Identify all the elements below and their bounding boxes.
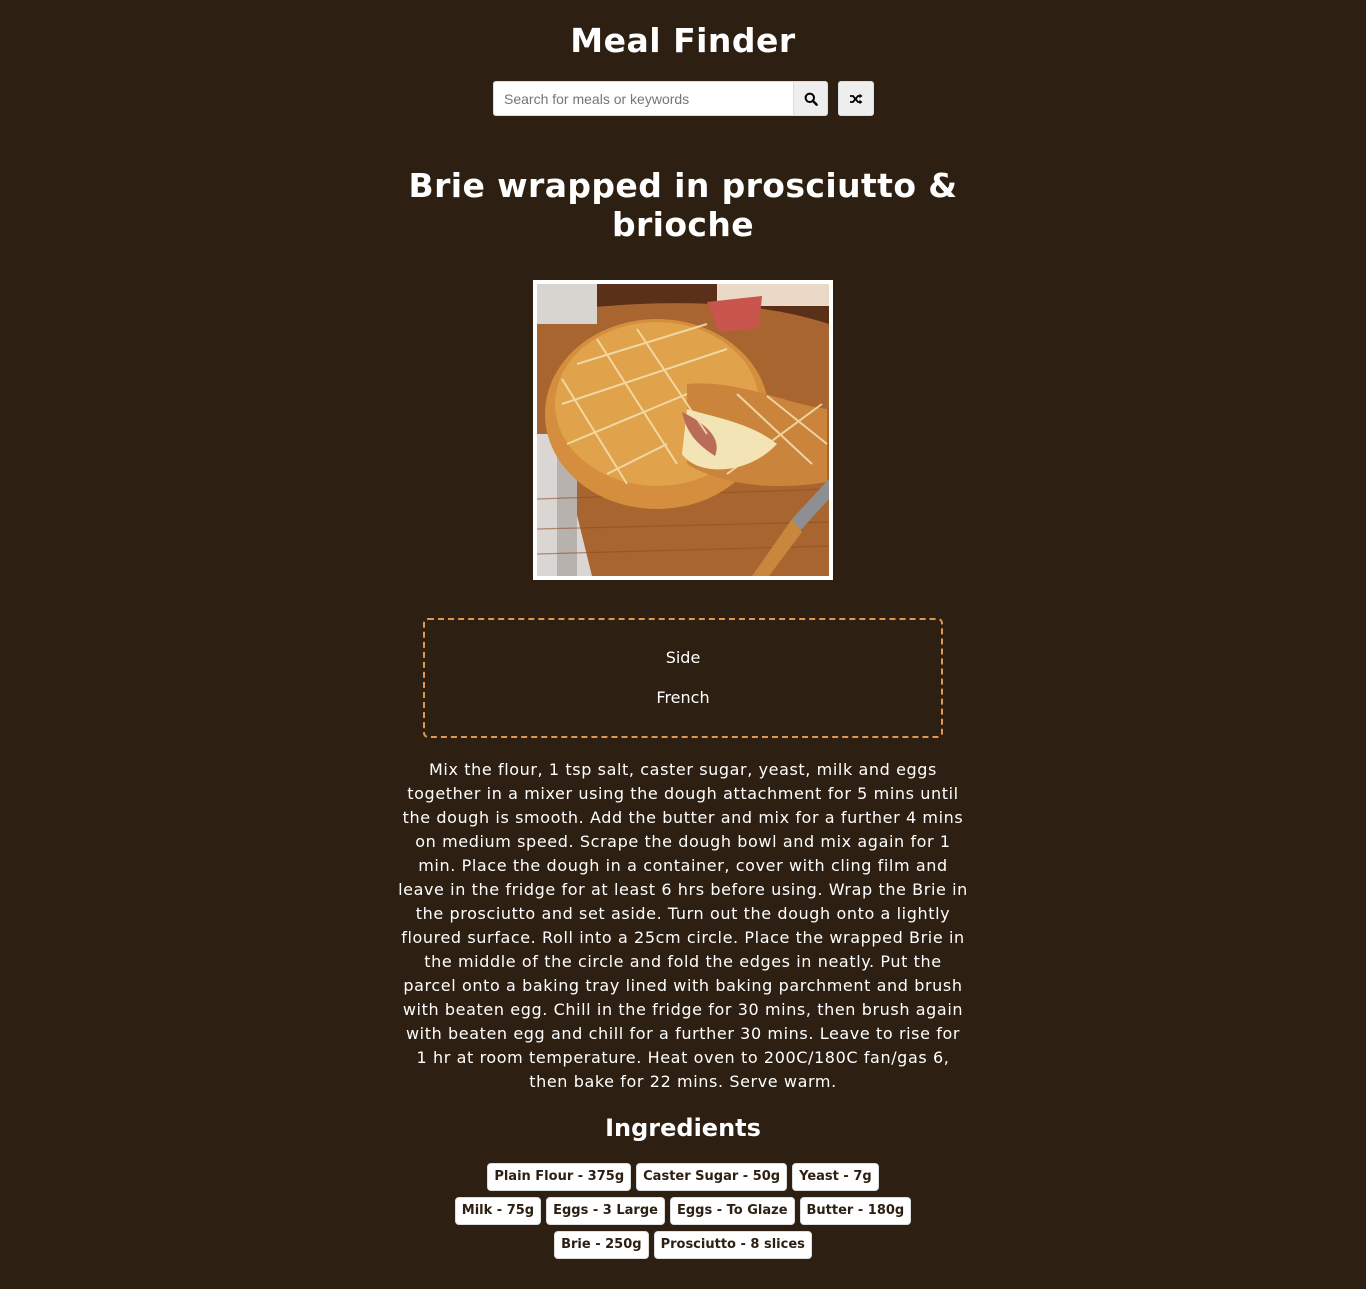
meal-title: Brie wrapped in prosciutto & brioche (408, 166, 958, 244)
ingredient-item: Milk - 75g (454, 1197, 542, 1225)
meal-image (533, 280, 833, 580)
shuffle-icon (850, 93, 863, 104)
ingredients-list: Plain Flour - 375g Caster Sugar - 50g Ye… (450, 1163, 916, 1259)
ingredient-item: Yeast - 7g (792, 1163, 879, 1191)
search-input[interactable] (493, 81, 793, 116)
meal-category: Side (665, 648, 701, 667)
ingredient-item: Caster Sugar - 50g (636, 1163, 788, 1191)
search-icon (804, 92, 818, 106)
meal-instructions: Mix the flour, 1 tsp salt, caster sugar,… (398, 760, 968, 1091)
search-form (493, 81, 874, 116)
ingredient-item: Butter - 180g (799, 1197, 912, 1225)
ingredient-item: Plain Flour - 375g (487, 1163, 632, 1191)
ingredient-item: Brie - 250g (554, 1231, 649, 1259)
random-meal-button[interactable] (838, 81, 874, 116)
ingredient-item: Prosciutto - 8 slices (653, 1231, 812, 1259)
ingredient-item: Eggs - To Glaze (669, 1197, 795, 1225)
search-button[interactable] (793, 81, 828, 116)
meal-area: French (656, 688, 710, 707)
meal-info-box: Side French (423, 618, 943, 738)
ingredients-heading: Ingredients (605, 1114, 761, 1142)
ingredient-item: Eggs - 3 Large (546, 1197, 665, 1225)
app-title: Meal Finder (570, 21, 796, 60)
